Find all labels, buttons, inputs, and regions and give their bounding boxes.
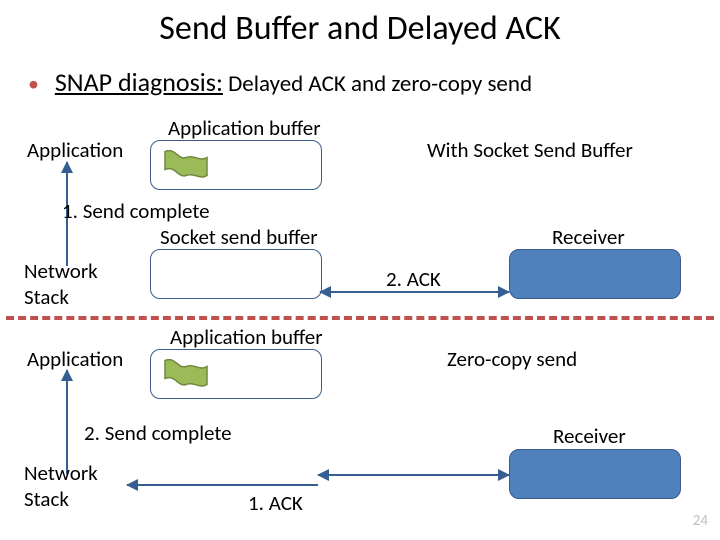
label-app-buffer-top: Application buffer [168, 115, 321, 141]
label-ack-2: 2. ACK [386, 266, 441, 292]
section-heading-with-socket: With Socket Send Buffer [427, 137, 633, 163]
label-application-bottom: Application [27, 346, 123, 372]
arrow-send-complete-bottom [66, 370, 68, 474]
divider-dashed [6, 316, 714, 320]
receiver-box-top [509, 249, 681, 299]
label-receiver-bottom: Receiver [553, 423, 626, 449]
label-send-complete-1: 1. Send complete [62, 198, 210, 224]
page-title: Send Buffer and Delayed ACK [0, 8, 720, 49]
bullet-dot-icon: • [28, 70, 39, 97]
socket-buffer-box [150, 249, 322, 299]
section-heading-zero-copy: Zero-copy send [447, 346, 577, 372]
bullet-line: • SNAP diagnosis: Delayed ACK and zero-c… [28, 66, 532, 98]
bullet-lead: SNAP diagnosis: [55, 66, 223, 98]
label-receiver-top: Receiver [552, 224, 625, 250]
label-ack-1: 1. ACK [248, 490, 303, 516]
label-network-stack-top: Network Stack [24, 258, 98, 310]
slide: Send Buffer and Delayed ACK • SNAP diagn… [0, 0, 720, 540]
label-app-buffer-bottom: Application buffer [170, 324, 323, 350]
label-network-stack-bottom: Network Stack [24, 460, 98, 512]
label-application-top: Application [27, 137, 123, 163]
receiver-box-bottom [509, 449, 681, 499]
label-socket-send-buffer: Socket send buffer [160, 224, 318, 250]
page-number: 24 [693, 512, 708, 530]
label-send-complete-2: 2. Send complete [84, 420, 232, 446]
arrow-transfer-bottom [318, 474, 509, 476]
flag-icon [162, 359, 210, 389]
arrow-ack-bottom [127, 484, 318, 486]
bullet-rest: Delayed ACK and zero-copy send [223, 70, 532, 98]
flag-icon [162, 150, 210, 180]
